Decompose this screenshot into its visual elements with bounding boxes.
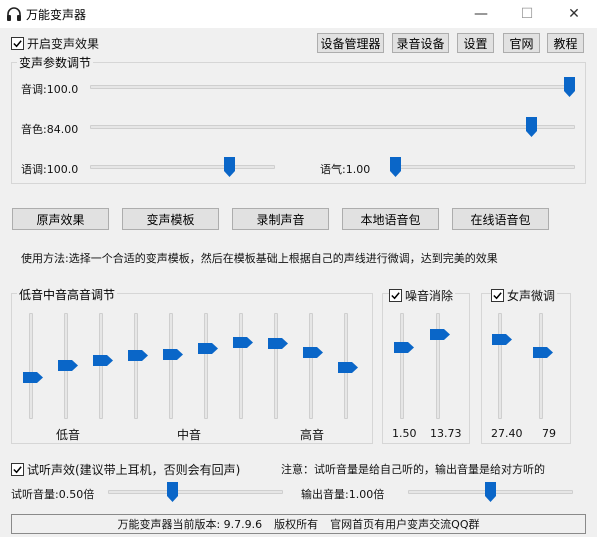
pitch-label: 音调:100.0 bbox=[21, 83, 79, 96]
female-title: 女声微调 bbox=[507, 289, 556, 303]
enable-effect-label: 开启变声效果 bbox=[27, 37, 100, 51]
eq-band-thumb-4[interactable] bbox=[128, 350, 148, 362]
listen-volume-label: 试听音量:0.50倍 bbox=[11, 488, 95, 501]
minimize-button[interactable]: — bbox=[458, 0, 504, 28]
voice-params-title: 变声参数调节 bbox=[17, 54, 94, 71]
speed-label: 语调:100.0 bbox=[21, 163, 79, 176]
usage-instructions: 使用方法:选择一个合适的变声模板，然后在模板基础上根据自己的声线进行微调，达到完… bbox=[21, 252, 498, 265]
eq-band-thumb-1[interactable] bbox=[23, 371, 43, 383]
eq-band-track-8[interactable] bbox=[274, 313, 278, 419]
website-button[interactable]: 官网 bbox=[503, 33, 540, 53]
noise-value-2: 13.73 bbox=[430, 427, 462, 440]
output-volume-label: 输出音量:1.00倍 bbox=[301, 488, 385, 501]
close-button[interactable]: ✕ bbox=[551, 0, 597, 28]
monitor-label: 试听声效(建议带上耳机，否则会有回声) bbox=[27, 463, 241, 477]
female-checkbox[interactable]: 女声微调 bbox=[491, 287, 558, 304]
eq-band-thumb-6[interactable] bbox=[198, 343, 218, 355]
female-value-1: 27.40 bbox=[491, 427, 523, 440]
noise-value-1: 1.50 bbox=[392, 427, 417, 440]
eq-band-thumb-10[interactable] bbox=[338, 362, 358, 374]
window-title: 万能变声器 bbox=[26, 8, 87, 22]
noise-track-1[interactable] bbox=[400, 313, 404, 419]
eq-band-track-5[interactable] bbox=[169, 313, 173, 419]
eq-band-track-6[interactable] bbox=[204, 313, 208, 419]
tutorial-button[interactable]: 教程 bbox=[547, 33, 584, 53]
headphones-icon bbox=[7, 7, 21, 21]
settings-button[interactable]: 设置 bbox=[457, 33, 494, 53]
device-manager-button[interactable]: 设备管理器 bbox=[317, 33, 384, 53]
eq-mid-label: 中音 bbox=[177, 428, 202, 442]
eq-band-track-9[interactable] bbox=[309, 313, 313, 419]
female-group bbox=[481, 293, 571, 444]
eq-band-track-3[interactable] bbox=[99, 313, 103, 419]
online-voicepack-button[interactable]: 在线语音包 bbox=[452, 208, 549, 230]
noise-group bbox=[382, 293, 470, 444]
noise-title: 噪音消除 bbox=[405, 289, 454, 303]
monitor-checkbox[interactable]: 试听声效(建议带上耳机，否则会有回声) bbox=[11, 461, 240, 478]
original-voice-button[interactable]: 原声效果 bbox=[12, 208, 109, 230]
eq-title: 低音中音高音调节 bbox=[17, 286, 118, 303]
eq-low-label: 低音 bbox=[56, 428, 81, 442]
female-value-2: 79 bbox=[542, 427, 556, 440]
female-track-1[interactable] bbox=[498, 313, 502, 419]
output-volume-thumb[interactable] bbox=[485, 482, 496, 502]
eq-band-track-7[interactable] bbox=[239, 313, 243, 419]
eq-band-thumb-8[interactable] bbox=[268, 337, 288, 349]
record-voice-button[interactable]: 录制声音 bbox=[232, 208, 329, 230]
eq-band-thumb-3[interactable] bbox=[93, 354, 113, 366]
noise-thumb-2[interactable] bbox=[430, 329, 450, 341]
checkmark-icon bbox=[491, 289, 504, 302]
copyright-text[interactable]: 版权所有 bbox=[274, 516, 318, 532]
tone-label: 语气:1.00 bbox=[320, 163, 371, 176]
eq-band-track-1[interactable] bbox=[29, 313, 33, 419]
noise-checkbox[interactable]: 噪音消除 bbox=[389, 287, 456, 304]
tone-slider-track[interactable] bbox=[390, 165, 575, 169]
checkmark-icon bbox=[11, 37, 24, 50]
speed-slider-thumb[interactable] bbox=[223, 157, 235, 177]
voice-template-button[interactable]: 变声模板 bbox=[122, 208, 219, 230]
qq-group-text[interactable]: 官网首页有用户变声交流QQ群 bbox=[330, 516, 479, 532]
pitch-slider-track[interactable] bbox=[90, 85, 575, 89]
maximize-button[interactable]: ☐ bbox=[504, 0, 550, 28]
noise-thumb-1[interactable] bbox=[394, 341, 414, 353]
local-voicepack-button[interactable]: 本地语音包 bbox=[342, 208, 439, 230]
checkmark-icon bbox=[389, 289, 402, 302]
female-thumb-1[interactable] bbox=[492, 333, 512, 345]
enable-effect-checkbox[interactable]: 开启变声效果 bbox=[11, 35, 99, 52]
eq-band-thumb-2[interactable] bbox=[58, 359, 78, 371]
footer-bar: 万能变声器当前版本: 9.7.9.6 版权所有 官网首页有用户变声交流QQ群 bbox=[11, 514, 586, 534]
eq-high-label: 高音 bbox=[300, 428, 325, 442]
eq-band-thumb-7[interactable] bbox=[233, 336, 253, 348]
eq-band-thumb-5[interactable] bbox=[163, 349, 183, 361]
female-track-2[interactable] bbox=[539, 313, 543, 419]
pitch-slider-thumb[interactable] bbox=[564, 77, 575, 97]
eq-band-track-4[interactable] bbox=[134, 313, 138, 419]
checkmark-icon bbox=[11, 463, 24, 476]
listen-volume-thumb[interactable] bbox=[167, 482, 179, 502]
monitor-note: 注意：试听音量是给自己听的，输出音量是给对方听的 bbox=[281, 463, 545, 476]
speed-slider-track[interactable] bbox=[90, 165, 275, 169]
female-thumb-2[interactable] bbox=[533, 347, 553, 359]
listen-volume-track[interactable] bbox=[108, 490, 283, 494]
version-text: 万能变声器当前版本: 9.7.9.6 bbox=[117, 518, 263, 531]
timbre-slider-track[interactable] bbox=[90, 125, 575, 129]
tone-slider-thumb[interactable] bbox=[390, 157, 401, 177]
timbre-slider-thumb[interactable] bbox=[526, 117, 538, 137]
eq-band-thumb-9[interactable] bbox=[303, 347, 323, 359]
record-device-button[interactable]: 录音设备 bbox=[392, 33, 449, 53]
timbre-label: 音色:84.00 bbox=[21, 123, 79, 136]
